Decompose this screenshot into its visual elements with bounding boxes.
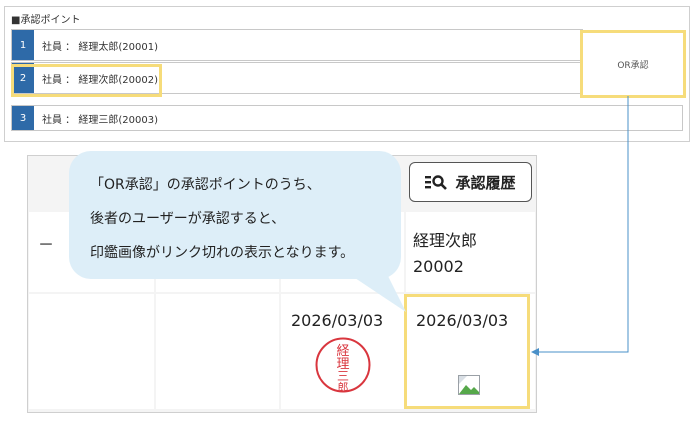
connector-arrow	[531, 96, 629, 356]
